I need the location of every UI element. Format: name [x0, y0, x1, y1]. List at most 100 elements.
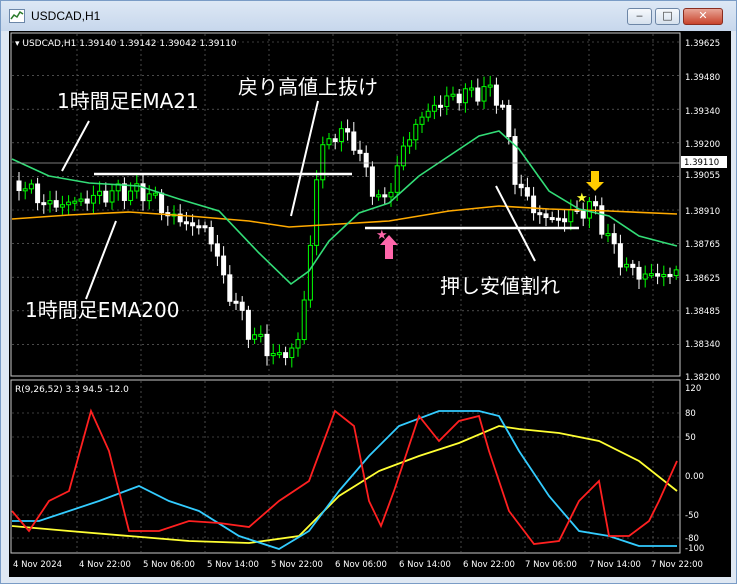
ema200-pointer — [85, 220, 117, 300]
candle-body — [28, 183, 34, 190]
candle-body — [630, 263, 636, 268]
candle-body — [413, 123, 419, 141]
price-axis: 1.39625 1.39480 1.39340 1.39200 1.39055 … — [685, 39, 720, 383]
candle-body — [301, 299, 307, 341]
ema21-pointer — [61, 120, 90, 172]
time-tick: 6 Nov 22:00 — [463, 560, 515, 570]
candle-body — [227, 274, 233, 302]
breakout-pointer — [290, 100, 319, 217]
candle-body — [121, 183, 127, 201]
candle-body — [35, 183, 41, 204]
candle-body — [326, 138, 332, 146]
price-tick: 1.38200 — [685, 373, 720, 383]
price-tick: 1.39340 — [685, 107, 720, 117]
candle-body — [208, 227, 214, 245]
candle-body — [549, 217, 555, 221]
time-tick: 4 Nov 2024 — [13, 560, 62, 570]
title-bar[interactable]: USDCAD,H1 ‒ □ ✕ — [1, 1, 736, 31]
candle-body — [41, 202, 47, 206]
candle-body — [431, 104, 437, 112]
price-tick: 1.38340 — [685, 340, 720, 350]
candle-body — [351, 131, 357, 151]
price-tick: 1.38765 — [685, 240, 720, 250]
candle-body — [376, 194, 382, 198]
candle-body — [270, 353, 276, 357]
candle-body — [338, 128, 344, 143]
candle-body — [90, 194, 96, 204]
candle-body — [345, 128, 351, 133]
candle-body — [481, 86, 487, 102]
candle-body — [642, 273, 648, 280]
candle-body — [531, 195, 537, 214]
candle-body — [419, 116, 425, 125]
indicator-tick: -80 — [685, 534, 699, 544]
time-tick: 5 Nov 06:00 — [143, 560, 195, 570]
price-tick: 1.38485 — [685, 307, 720, 317]
candle-body — [307, 244, 313, 301]
candle-body — [289, 347, 295, 359]
candle-body — [537, 212, 543, 216]
time-tick: 5 Nov 22:00 — [271, 560, 323, 570]
breakdown-label: 押し安値割れ — [440, 274, 560, 298]
candle-body — [53, 200, 59, 208]
candle-body — [103, 190, 109, 203]
time-tick: 6 Nov 06:00 — [335, 560, 387, 570]
time-tick: 7 Nov 22:00 — [651, 560, 703, 570]
candle-body — [295, 339, 301, 349]
candle-body — [252, 334, 258, 340]
window-title: USDCAD,H1 — [31, 9, 101, 23]
chart-canvas[interactable]: ★ ★ 1時間足EMA21 1時間足EMA200 戻り高値上抜け 押し安値割れ … — [9, 31, 731, 577]
price-tick: 1.39055 — [685, 171, 720, 181]
candle-body — [667, 273, 673, 277]
indicator-tick: 50 — [685, 433, 696, 443]
candle-body — [357, 149, 363, 154]
time-tick: 6 Nov 14:00 — [399, 560, 451, 570]
candle-body — [221, 255, 227, 276]
candle-body — [518, 183, 524, 189]
candle-body — [190, 222, 196, 227]
candle-body — [258, 333, 264, 337]
candle-body — [438, 104, 444, 108]
candle-body — [425, 110, 431, 118]
indicator-tick: 0.00 — [685, 472, 704, 482]
candle-body — [146, 193, 152, 202]
time-tick: 5 Nov 14:00 — [207, 560, 259, 570]
candle-body — [233, 300, 239, 304]
candle-body — [605, 233, 611, 237]
breakdown-pointer — [495, 185, 536, 262]
chart-icon — [9, 9, 25, 23]
candle-body — [469, 87, 475, 91]
candle-body — [456, 93, 462, 104]
candle-body — [487, 84, 493, 88]
candle-body — [276, 352, 282, 356]
candle-body — [97, 190, 103, 196]
candle-body — [655, 273, 661, 277]
candle-body — [264, 333, 270, 357]
candle-body — [332, 138, 338, 143]
candle-body — [444, 95, 450, 107]
price-tick: 1.38625 — [685, 274, 720, 284]
candle-body — [152, 192, 158, 196]
candle-body — [462, 88, 468, 104]
chart-window: USDCAD,H1 ‒ □ ✕ ★ ★ 1時間足EMA21 1時間足EMA200… — [0, 0, 737, 584]
indicator-tick: 120 — [685, 384, 701, 394]
candle-body — [214, 243, 220, 257]
close-button[interactable]: ✕ — [683, 8, 723, 25]
minimize-button[interactable]: ‒ — [627, 8, 652, 25]
candle-body — [363, 152, 369, 168]
indicator-axis: 120 80 50 0.00 -50 -80 -100 — [685, 384, 704, 554]
chart-area[interactable]: ★ ★ 1時間足EMA21 1時間足EMA200 戻り高値上抜け 押し安値割れ … — [9, 31, 731, 577]
candle-body — [202, 225, 208, 229]
current-price-label: 1.39110 — [684, 158, 719, 168]
candle-body — [183, 221, 189, 225]
maximize-button[interactable]: □ — [655, 8, 680, 25]
candle-body — [22, 188, 28, 192]
candle-body — [543, 213, 549, 219]
candle-body — [611, 233, 617, 245]
time-axis: 4 Nov 2024 4 Nov 22:00 5 Nov 06:00 5 Nov… — [13, 560, 703, 570]
indicator-panel-frame — [10, 379, 681, 554]
candle-body — [283, 352, 289, 359]
indicator-fast-line — [11, 408, 678, 545]
candle-body — [617, 243, 623, 268]
candle-body — [382, 194, 388, 198]
